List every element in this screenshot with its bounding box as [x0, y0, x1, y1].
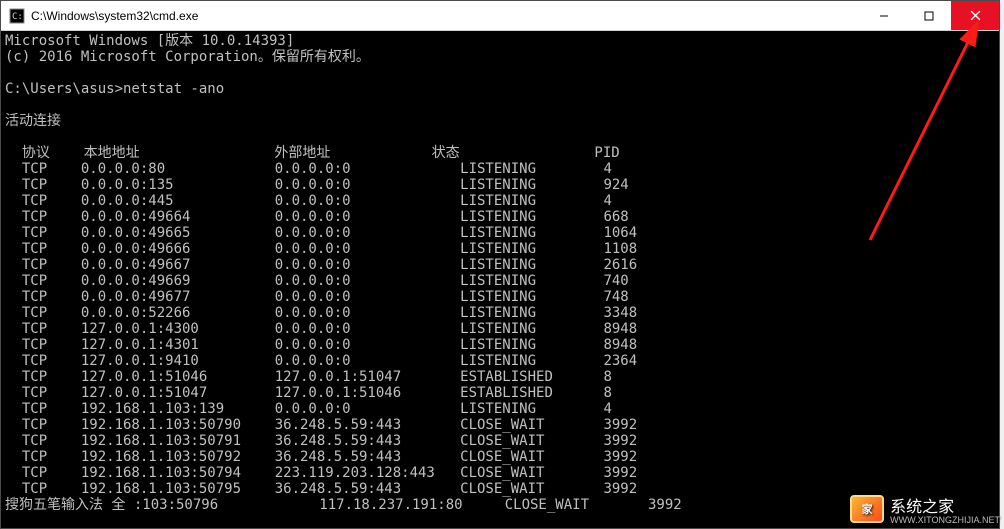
titlebar[interactable]: C: C:\Windows\system32\cmd.exe — [1, 1, 999, 31]
window-controls — [861, 1, 999, 30]
window-title: C:\Windows\system32\cmd.exe — [31, 9, 861, 23]
svg-text:C:: C: — [12, 12, 23, 22]
watermark-sub: WWW.XITONGZHIJIA.NET — [890, 515, 1000, 525]
cmd-icon: C: — [9, 8, 25, 24]
maximize-button[interactable] — [906, 1, 951, 30]
terminal-output[interactable]: Microsoft Windows [版本 10.0.14393] (c) 20… — [1, 31, 999, 528]
watermark: 家 系统之家 WWW.XITONGZHIJIA.NET — [850, 493, 1000, 525]
cmd-window: C: C:\Windows\system32\cmd.exe Microsoft… — [0, 0, 1000, 529]
watermark-text: 系统之家 — [890, 499, 954, 516]
minimize-button[interactable] — [861, 1, 906, 30]
watermark-icon: 家 — [850, 495, 884, 523]
close-button[interactable] — [951, 1, 999, 30]
